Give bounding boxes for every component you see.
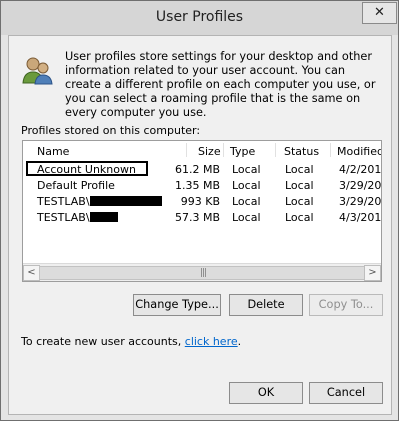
col-header-status[interactable]: Status	[284, 145, 319, 158]
profile-status: Local	[285, 211, 314, 224]
table-row[interactable]: Account Unknown 61.2 MB Local Local 4/2/…	[23, 161, 382, 177]
profiles-label: Profiles stored on this computer:	[21, 124, 201, 137]
column-divider[interactable]	[223, 143, 224, 157]
scroll-grip-icon: |||	[200, 268, 207, 278]
profile-type: Local	[232, 195, 261, 208]
redaction-mark	[89, 196, 162, 206]
profile-name: Default Profile	[37, 179, 115, 192]
create-accounts-end: .	[237, 335, 242, 348]
content-panel: User profiles store settings for your de…	[8, 35, 392, 415]
table-row[interactable]: TESTLAB\ 993 KB Local Local 3/29/2013	[23, 194, 381, 209]
copy-to-button[interactable]: Copy To...	[309, 294, 383, 316]
profile-name-cell: TESTLAB\	[37, 195, 162, 208]
profile-status: Local	[285, 179, 314, 192]
profile-modified: 3/29/2013	[339, 195, 382, 208]
profile-size: 1.35 MB	[174, 179, 220, 192]
profile-size: 57.3 MB	[174, 211, 220, 224]
profile-status: Local	[285, 195, 314, 208]
create-accounts-label: To create new user accounts,	[21, 335, 185, 348]
profile-modified: 4/2/2013	[339, 163, 382, 176]
profile-size: 61.2 MB	[174, 163, 220, 176]
users-icon	[22, 57, 53, 85]
user-profiles-dialog: User Profiles ✕ User profiles store sett…	[0, 0, 399, 421]
scroll-thumb[interactable]: |||	[39, 266, 365, 280]
ok-button[interactable]: OK	[229, 382, 303, 404]
profile-type: Local	[232, 179, 261, 192]
col-header-type[interactable]: Type	[230, 145, 255, 158]
profile-status: Local	[285, 163, 314, 176]
window-title: User Profiles	[155, 9, 244, 25]
profile-name: Account Unknown	[37, 163, 136, 176]
col-header-name[interactable]: Name	[37, 145, 69, 158]
change-type-button[interactable]: Change Type...	[133, 294, 221, 316]
profile-modified: 3/29/2013	[339, 179, 382, 192]
profile-size: 993 KB	[180, 195, 220, 208]
profile-name: TESTLAB\	[37, 195, 90, 208]
create-accounts-text: To create new user accounts, click here.	[21, 335, 241, 348]
scroll-right-button[interactable]: >	[364, 265, 381, 281]
scroll-left-button[interactable]: <	[23, 265, 40, 281]
profile-modified: 4/3/2013	[339, 211, 382, 224]
redaction-mark	[89, 212, 118, 222]
profile-type: Local	[232, 163, 261, 176]
horizontal-scrollbar[interactable]: < ||| >	[23, 263, 381, 281]
profile-type: Local	[232, 211, 261, 224]
table-row[interactable]: Default Profile 1.35 MB Local Local 3/29…	[23, 178, 381, 193]
description-text: User profiles store settings for your de…	[65, 50, 376, 119]
column-divider[interactable]	[275, 143, 276, 157]
list-header: Name Size Type Status Modified	[23, 141, 381, 159]
cancel-button[interactable]: Cancel	[309, 382, 383, 404]
profile-name-cell: TESTLAB\	[37, 211, 118, 224]
col-header-size[interactable]: Size	[198, 145, 221, 158]
profiles-list[interactable]: Name Size Type Status Modified Account U…	[22, 140, 382, 282]
column-divider[interactable]	[186, 143, 187, 157]
column-divider[interactable]	[330, 143, 331, 157]
title-bar: User Profiles ✕	[1, 1, 398, 35]
col-header-modified[interactable]: Modified	[337, 145, 381, 158]
click-here-link[interactable]: click here	[185, 335, 238, 348]
table-row[interactable]: TESTLAB\ 57.3 MB Local Local 4/3/2013	[23, 210, 381, 225]
close-button[interactable]: ✕	[362, 2, 397, 24]
delete-button[interactable]: Delete	[229, 294, 303, 316]
profile-name: TESTLAB\	[37, 211, 90, 224]
